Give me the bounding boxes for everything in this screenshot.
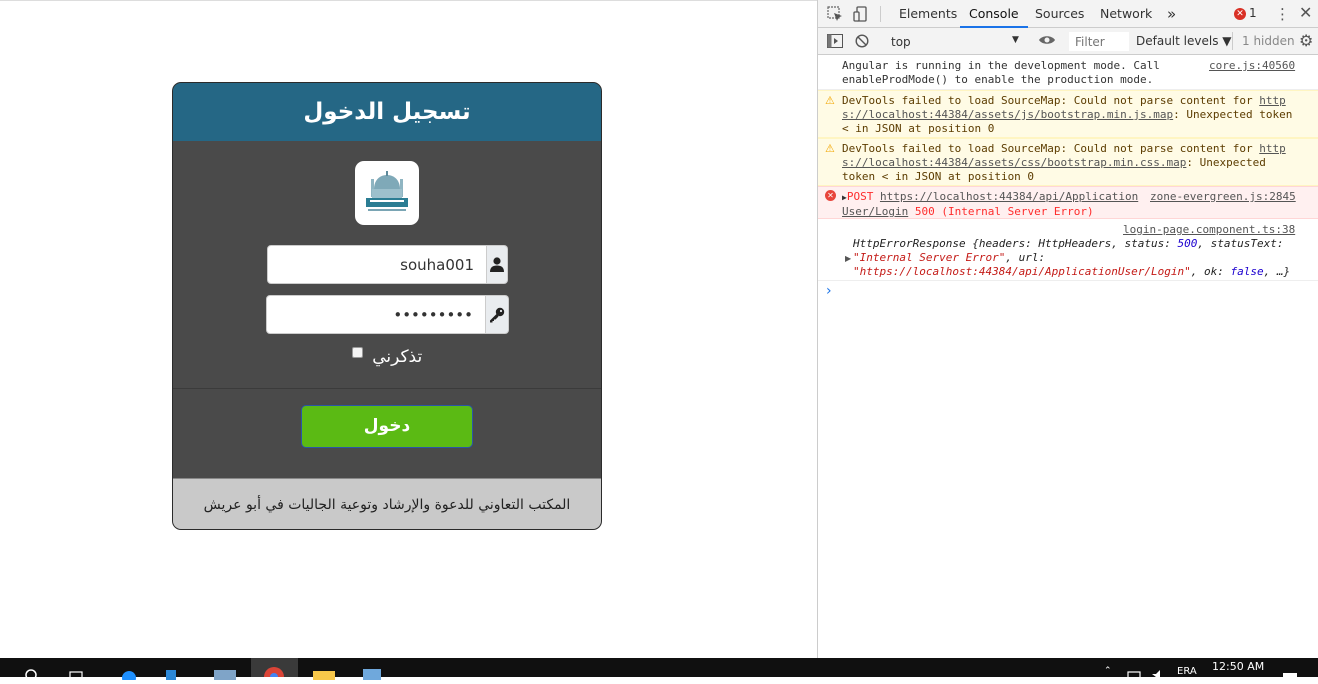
filter-input[interactable] — [1069, 32, 1129, 51]
message-text: : Unexpected token — [1173, 108, 1293, 121]
toolbar-divider — [1232, 32, 1233, 50]
message-url-link[interactable]: s://localhost:44384/assets/js/bootstrap.… — [842, 108, 1173, 121]
more-tabs-icon[interactable]: » — [1167, 0, 1176, 28]
chrome-taskbar-button[interactable] — [251, 658, 298, 677]
message-text: : Unexpected — [1186, 156, 1266, 169]
devtools-tab-bar: Elements Console Sources Network » ✕ 1 ⋮… — [818, 0, 1318, 28]
login-card: تسجيل الدخول souha001 تذكرني دخول المكتب… — [172, 82, 602, 530]
key-icon — [486, 295, 509, 334]
request-url-link[interactable]: User/Login — [842, 205, 908, 218]
tab-elements[interactable]: Elements — [899, 0, 957, 28]
username-group — [267, 245, 508, 284]
volume-icon[interactable] — [1151, 665, 1167, 680]
settings-gear-icon[interactable]: ⚙ — [1299, 31, 1313, 50]
hidden-count: 1 hidden — [1242, 34, 1295, 48]
remember-label: تذكرني — [372, 347, 423, 367]
message-url-link[interactable]: http — [1259, 142, 1286, 155]
tab-network[interactable]: Network — [1100, 0, 1152, 28]
tab-divider — [880, 6, 881, 22]
login-button[interactable]: دخول — [301, 405, 473, 448]
explorer-app-icon[interactable] — [214, 665, 236, 680]
remember-checkbox[interactable] — [351, 347, 363, 358]
message-url-link[interactable]: http — [1259, 94, 1286, 107]
chevron-down-icon: ▼ — [1012, 35, 1019, 45]
network-icon[interactable] — [1126, 665, 1142, 681]
username-input[interactable] — [267, 245, 487, 284]
console-message-warning: ⚠ DevTools failed to load SourceMap: Cou… — [818, 90, 1318, 138]
context-select[interactable]: top ▼ — [881, 32, 1021, 51]
eye-icon[interactable] — [1039, 34, 1055, 49]
tab-console[interactable]: Console — [960, 0, 1028, 28]
console-message-warning: ⚠ DevTools failed to load SourceMap: Cou… — [818, 138, 1318, 186]
folder-icon[interactable] — [313, 665, 335, 680]
console-message-log: login-page.component.ts:38 HttpErrorResp… — [818, 221, 1318, 281]
user-icon — [487, 245, 508, 284]
login-actions: دخول — [173, 388, 601, 478]
organization-logo — [355, 161, 419, 225]
tab-sources[interactable]: Sources — [1035, 0, 1084, 28]
message-text: enableProdMode() to enable the productio… — [842, 73, 1154, 86]
console-message-error: ✕ ▶POST https://localhost:44384/api/Appl… — [818, 186, 1318, 219]
notifications-icon[interactable] — [1282, 665, 1298, 680]
request-method: POST — [846, 190, 874, 203]
windows-taskbar: ⌃ ERA 12:50 AM — [0, 658, 1318, 684]
log-levels-select[interactable]: Default levels ▼ — [1136, 34, 1232, 48]
sidebar-toggle-icon[interactable] — [827, 34, 843, 51]
input-language[interactable]: ERA — [1177, 667, 1197, 677]
message-text: DevTools failed to load SourceMap: Could… — [842, 94, 1260, 107]
request-url-link[interactable]: https://localhost:44384/api/Application — [880, 190, 1138, 203]
tray-chevron-icon[interactable]: ⌃ — [1104, 666, 1112, 676]
console-prompt[interactable]: › — [826, 283, 832, 299]
error-count[interactable]: 1 — [1249, 6, 1257, 20]
message-source-link[interactable]: zone-evergreen.js:2845 — [1150, 190, 1296, 203]
message-text: Angular is running in the development mo… — [842, 59, 1160, 72]
request-status: 500 (Internal Server Error) — [914, 205, 1094, 218]
devtools-panel: Elements Console Sources Network » ✕ 1 ⋮… — [817, 0, 1318, 658]
console-message-info: Angular is running in the development mo… — [818, 56, 1318, 90]
remember-me: تذكرني — [173, 347, 601, 367]
web-page: تسجيل الدخول souha001 تذكرني دخول المكتب… — [0, 0, 817, 658]
object-preview[interactable]: HttpErrorResponse {headers: HttpHeaders,… — [853, 237, 1290, 279]
device-toggle-icon[interactable] — [853, 6, 869, 25]
login-footer: المكتب التعاوني للدعوة والإرشاد وتوعية ا… — [173, 478, 601, 529]
context-value: top — [891, 35, 911, 49]
login-title: تسجيل الدخول — [173, 83, 601, 141]
internet-explorer-icon[interactable] — [119, 665, 136, 684]
clear-console-icon[interactable] — [855, 34, 869, 51]
document-app-icon[interactable] — [363, 665, 381, 680]
message-url-link[interactable]: s://localhost:44384/assets/css/bootstrap… — [842, 156, 1186, 169]
message-text: token < in JSON at position 0 — [842, 170, 1035, 183]
password-group — [266, 295, 509, 334]
clock-time[interactable]: 12:50 AM — [1212, 660, 1264, 673]
task-view-icon[interactable] — [68, 665, 84, 681]
close-devtools-icon[interactable]: ✕ — [1299, 3, 1312, 22]
error-icon: ✕ — [825, 190, 836, 201]
warning-icon: ⚠ — [825, 94, 835, 107]
message-source-link[interactable]: core.js:40560 — [1209, 59, 1295, 72]
login-body: تذكرني — [173, 141, 601, 388]
message-source-link[interactable]: login-page.component.ts:38 — [1123, 223, 1295, 236]
message-text: < in JSON at position 0 — [842, 122, 995, 135]
app-window-icon[interactable] — [166, 665, 182, 680]
expand-triangle-icon[interactable]: ▶ — [845, 254, 851, 263]
kebab-menu-icon[interactable]: ⋮ — [1275, 5, 1290, 23]
inspect-element-icon[interactable] — [827, 6, 843, 25]
search-icon[interactable] — [24, 665, 40, 681]
password-input[interactable] — [266, 295, 486, 334]
console-toolbar: top ▼ Default levels ▼ 1 hidden ⚙ — [818, 28, 1318, 55]
error-x-icon[interactable]: ✕ — [1234, 8, 1246, 20]
message-text: DevTools failed to load SourceMap: Could… — [842, 142, 1260, 155]
mosque-logo-icon — [366, 171, 408, 211]
warning-icon: ⚠ — [825, 142, 835, 155]
